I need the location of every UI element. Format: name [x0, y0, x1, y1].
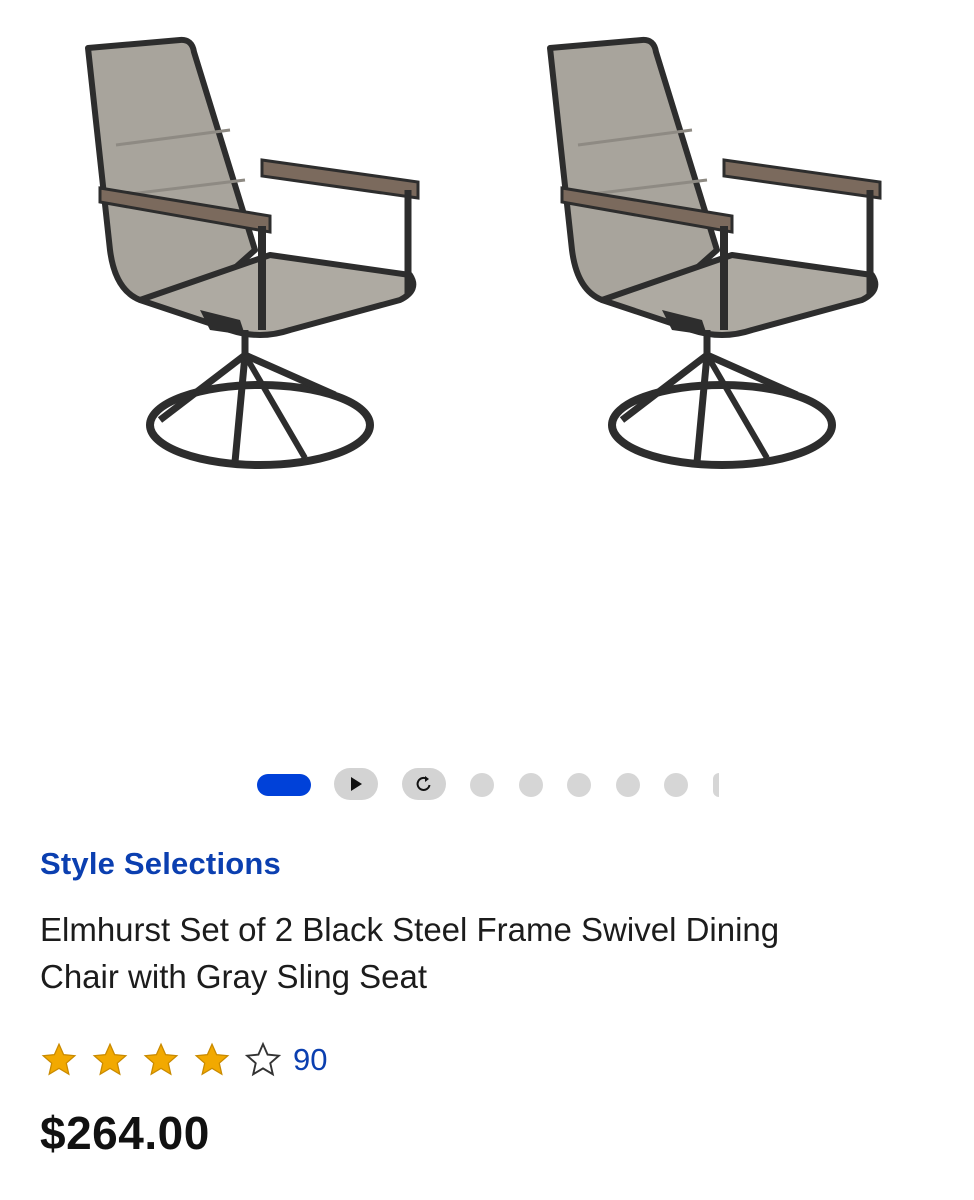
gallery-pagination [0, 768, 974, 802]
gallery-dot-active[interactable] [257, 774, 311, 796]
gallery-dot-partial[interactable] [713, 773, 719, 797]
star-half-icon [194, 1042, 230, 1076]
gallery-spin-360-button[interactable] [402, 768, 446, 800]
product-image-gallery[interactable] [0, 0, 974, 740]
star-full-icon [92, 1042, 128, 1076]
gallery-dot[interactable] [470, 773, 494, 797]
star-full-icon [41, 1042, 77, 1076]
gallery-video-button[interactable] [334, 768, 378, 800]
rating-summary[interactable]: 90 [40, 1038, 327, 1082]
gallery-dot[interactable] [664, 773, 688, 797]
brand-link[interactable]: Style Selections [40, 846, 281, 882]
star-empty-icon [244, 1041, 282, 1077]
gallery-dot[interactable] [616, 773, 640, 797]
review-count[interactable]: 90 [293, 1042, 327, 1078]
product-price: $264.00 [40, 1107, 210, 1159]
product-title-line1: Elmhurst Set of 2 Black Steel Frame Swiv… [40, 911, 780, 948]
product-image-chair-right [542, 30, 902, 480]
gallery-dot[interactable] [519, 773, 543, 797]
product-title-line2: Chair with Gray Sling Seat [40, 958, 427, 995]
product-image-chair-left [80, 30, 440, 480]
gallery-dot[interactable] [567, 773, 591, 797]
spin-360-icon [416, 776, 431, 791]
play-icon [351, 777, 362, 791]
star-full-icon [143, 1042, 179, 1076]
product-title: Elmhurst Set of 2 Black Steel Frame Swiv… [40, 906, 920, 1000]
